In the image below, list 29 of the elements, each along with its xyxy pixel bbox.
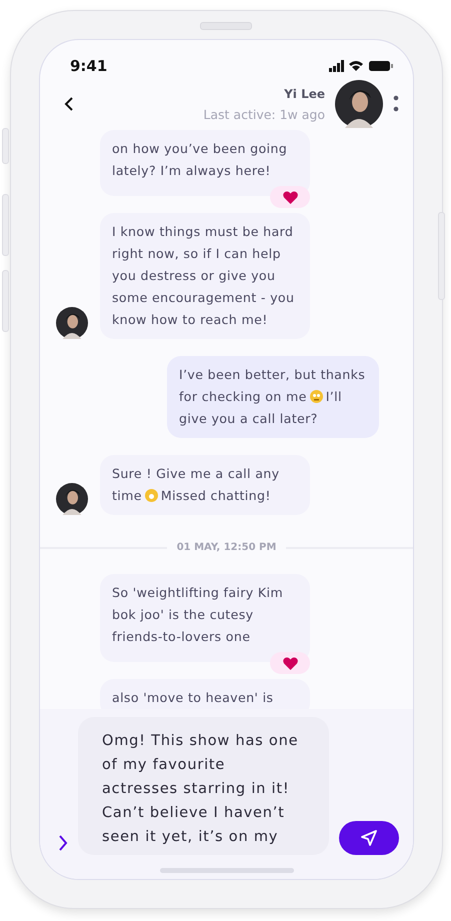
heart-icon (282, 190, 298, 204)
back-button[interactable] (64, 97, 74, 111)
send-button[interactable] (339, 821, 399, 855)
avatar (335, 80, 383, 128)
heart-reaction[interactable] (270, 652, 310, 674)
message-text: also 'move to heaven' is (112, 689, 274, 707)
date-divider: 01 MAY, 12:50 PM (176, 542, 276, 553)
message-text: So 'weightlifting fairy Kim bok joo' is the cutesy friends-to-lovers one (112, 584, 284, 646)
avatar (56, 483, 88, 515)
send-icon (361, 830, 377, 846)
speaker-grille (200, 22, 252, 30)
battery-icon (369, 61, 393, 71)
wifi-icon (349, 61, 363, 71)
heart-reaction[interactable] (270, 186, 310, 208)
emoji-icon (310, 390, 323, 403)
message-text: I’ve been better, but thanks for checking on me I’ll give you a call later? (179, 366, 366, 428)
status-time: 9:41 (70, 57, 108, 75)
message-text: Sure ! Give me a call any time Missed chatting! (112, 465, 280, 505)
contact-name: Yi Lee (284, 86, 325, 100)
avatar (56, 307, 88, 339)
signal-icon (329, 60, 344, 72)
emoji-icon (144, 489, 158, 502)
expand-chevron-icon[interactable] (58, 835, 68, 851)
last-active: Last active: 1w ago (203, 106, 325, 122)
more-options-icon[interactable] (393, 95, 399, 113)
message-input[interactable]: Omg! This show has one of my favourite actresses starring in it! Can’t believe I haven’t seen it yet, it’s on my (78, 717, 329, 855)
heart-icon (282, 656, 298, 670)
message-text: I know things must be hard right now, so if I can help you destress or give you some encouragement - you know how to reach me! (112, 223, 296, 329)
message-text: on how you’ve been going lately? I’m always here! (112, 140, 288, 180)
